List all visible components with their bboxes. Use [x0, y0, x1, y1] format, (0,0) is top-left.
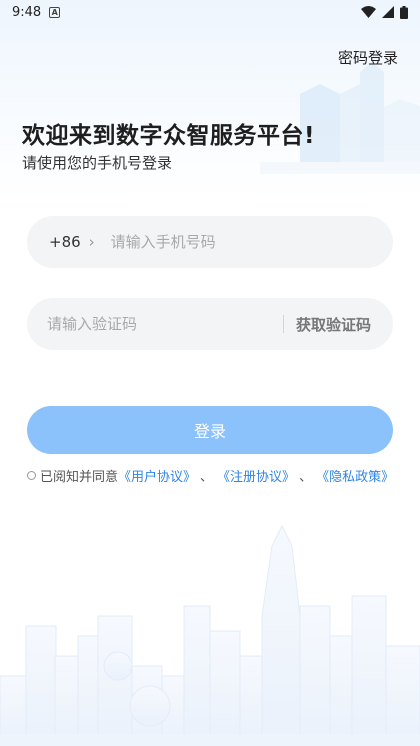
agreement-prefix: 已阅知并同意	[40, 470, 119, 485]
status-bar: 9:48 A	[0, 0, 420, 24]
user-agreement-link[interactable]: 《用户协议》	[118, 466, 196, 485]
status-time: 9:48	[12, 4, 42, 20]
agreement-checkbox[interactable]	[27, 471, 36, 480]
chevron-right-icon: ›	[88, 233, 95, 251]
password-login-link[interactable]: 密码登录	[338, 47, 398, 68]
notification-icon: A	[49, 6, 61, 18]
wifi-icon	[361, 6, 376, 18]
city-skyline-illustration	[0, 524, 420, 746]
phone-field: +86 ›	[27, 216, 393, 268]
building-decoration-icon	[260, 62, 420, 174]
privacy-policy-link[interactable]: 《隐私政策》	[316, 466, 394, 485]
agreement-separator: 、	[200, 470, 214, 485]
field-divider	[282, 315, 284, 333]
get-code-button[interactable]: 获取验证码	[296, 314, 371, 335]
login-button[interactable]: 登录	[27, 406, 393, 454]
phone-input[interactable]	[108, 232, 393, 252]
country-code-selector[interactable]: +86 ›	[49, 233, 95, 251]
battery-icon	[400, 5, 408, 19]
page-subtitle: 请使用您的手机号登录	[22, 154, 173, 172]
agreement-separator: 、	[299, 470, 313, 485]
register-agreement-link[interactable]: 《注册协议》	[217, 466, 295, 485]
page-title: 欢迎来到数字众智服务平台!	[22, 123, 315, 149]
signal-icon	[382, 6, 394, 18]
verification-code-field: 获取验证码	[27, 298, 393, 350]
agreement-row: 已阅知并同意 《用户协议》 、 《注册协议》 、 《隐私政策》	[27, 466, 407, 485]
country-code: +86	[49, 233, 81, 251]
verification-code-input[interactable]	[45, 314, 271, 334]
